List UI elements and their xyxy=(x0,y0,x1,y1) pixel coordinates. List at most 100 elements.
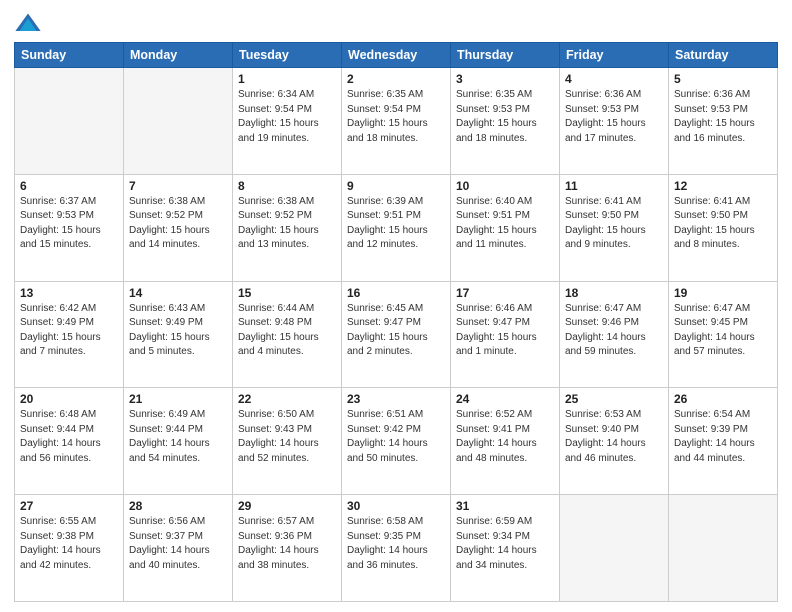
day-number: 17 xyxy=(456,286,554,300)
day-header-friday: Friday xyxy=(560,43,669,68)
day-info: Sunrise: 6:41 AM Sunset: 9:50 PM Dayligh… xyxy=(565,195,663,253)
day-info: Sunrise: 6:42 AM Sunset: 9:49 PM Dayligh… xyxy=(20,302,118,360)
day-info: Sunrise: 6:46 AM Sunset: 9:47 PM Dayligh… xyxy=(456,302,554,360)
day-cell: 15Sunrise: 6:44 AM Sunset: 9:48 PM Dayli… xyxy=(233,281,342,388)
day-number: 25 xyxy=(565,392,663,406)
day-cell: 27 Sunrise: 6:55 AM Sunset: 9:38 PM Dayli… xyxy=(15,495,124,602)
day-cell: 21 Sunrise: 6:49 AM Sunset: 9:44 PM Dayli… xyxy=(124,388,233,495)
day-number: 11 xyxy=(565,179,663,193)
day-number: 6 xyxy=(20,179,118,193)
day-number: 16 xyxy=(347,286,445,300)
day-info: Sunrise: 6:56 AM Sunset: 9:37 PM Dayligh… xyxy=(129,515,227,573)
day-cell: 19Sunrise: 6:47 AM Sunset: 9:45 PM Dayli… xyxy=(669,281,778,388)
day-number: 9 xyxy=(347,179,445,193)
day-info: Sunrise: 6:59 AM Sunset: 9:34 PM Dayligh… xyxy=(456,515,554,573)
day-info: Sunrise: 6:34 AM Sunset: 9:54 PM Dayligh… xyxy=(238,88,336,146)
day-info: Sunrise: 6:38 AM Sunset: 9:52 PM Dayligh… xyxy=(129,195,227,253)
day-cell: 26 Sunrise: 6:54 AM Sunset: 9:39 PM Dayli… xyxy=(669,388,778,495)
day-info: Sunrise: 6:39 AM Sunset: 9:51 PM Dayligh… xyxy=(347,195,445,253)
day-header-monday: Monday xyxy=(124,43,233,68)
logo xyxy=(14,10,46,38)
day-header-wednesday: Wednesday xyxy=(342,43,451,68)
day-cell: 16 Sunrise: 6:45 AM Sunset: 9:47 PM Dayli… xyxy=(342,281,451,388)
day-info: Sunrise: 6:36 AM Sunset: 9:53 PM Dayligh… xyxy=(565,88,663,146)
day-cell xyxy=(15,68,124,175)
day-cell: 3 Sunrise: 6:35 AM Sunset: 9:53 PM Daylig… xyxy=(451,68,560,175)
day-number: 10 xyxy=(456,179,554,193)
day-cell: 5 Sunrise: 6:36 AM Sunset: 9:53 PM Daylig… xyxy=(669,68,778,175)
day-header-sunday: Sunday xyxy=(15,43,124,68)
day-cell: 17 Sunrise: 6:46 AM Sunset: 9:47 PM Dayli… xyxy=(451,281,560,388)
day-cell: 10 Sunrise: 6:40 AM Sunset: 9:51 PM Dayli… xyxy=(451,174,560,281)
day-info: Sunrise: 6:35 AM Sunset: 9:54 PM Dayligh… xyxy=(347,88,445,146)
day-number: 5 xyxy=(674,72,772,86)
day-cell: 4 Sunrise: 6:36 AM Sunset: 9:53 PM Daylig… xyxy=(560,68,669,175)
calendar-table: SundayMondayTuesdayWednesdayThursdayFrid… xyxy=(14,42,778,602)
day-number: 22 xyxy=(238,392,336,406)
day-number: 3 xyxy=(456,72,554,86)
day-number: 4 xyxy=(565,72,663,86)
day-number: 14 xyxy=(129,286,227,300)
logo-icon xyxy=(14,10,42,38)
day-cell: 7 Sunrise: 6:38 AM Sunset: 9:52 PM Daylig… xyxy=(124,174,233,281)
day-cell: 9 Sunrise: 6:39 AM Sunset: 9:51 PM Daylig… xyxy=(342,174,451,281)
day-info: Sunrise: 6:43 AM Sunset: 9:49 PM Dayligh… xyxy=(129,302,227,360)
day-info: Sunrise: 6:49 AM Sunset: 9:44 PM Dayligh… xyxy=(129,408,227,466)
day-cell: 24Sunrise: 6:52 AM Sunset: 9:41 PM Dayli… xyxy=(451,388,560,495)
day-number: 26 xyxy=(674,392,772,406)
day-number: 2 xyxy=(347,72,445,86)
day-number: 12 xyxy=(674,179,772,193)
day-cell: 28Sunrise: 6:56 AM Sunset: 9:37 PM Dayli… xyxy=(124,495,233,602)
day-cell xyxy=(124,68,233,175)
day-info: Sunrise: 6:51 AM Sunset: 9:42 PM Dayligh… xyxy=(347,408,445,466)
day-number: 20 xyxy=(20,392,118,406)
day-info: Sunrise: 6:37 AM Sunset: 9:53 PM Dayligh… xyxy=(20,195,118,253)
day-number: 29 xyxy=(238,499,336,513)
day-header-saturday: Saturday xyxy=(669,43,778,68)
week-row-2: 6 Sunrise: 6:37 AM Sunset: 9:53 PM Daylig… xyxy=(15,174,778,281)
day-info: Sunrise: 6:58 AM Sunset: 9:35 PM Dayligh… xyxy=(347,515,445,573)
day-number: 7 xyxy=(129,179,227,193)
day-info: Sunrise: 6:36 AM Sunset: 9:53 PM Dayligh… xyxy=(674,88,772,146)
day-info: Sunrise: 6:38 AM Sunset: 9:52 PM Dayligh… xyxy=(238,195,336,253)
day-info: Sunrise: 6:57 AM Sunset: 9:36 PM Dayligh… xyxy=(238,515,336,573)
header xyxy=(14,10,778,38)
day-number: 27 xyxy=(20,499,118,513)
day-info: Sunrise: 6:44 AM Sunset: 9:48 PM Dayligh… xyxy=(238,302,336,360)
day-header-tuesday: Tuesday xyxy=(233,43,342,68)
week-row-3: 13 Sunrise: 6:42 AM Sunset: 9:49 PM Dayli… xyxy=(15,281,778,388)
day-cell: 23 Sunrise: 6:51 AM Sunset: 9:42 PM Dayli… xyxy=(342,388,451,495)
day-cell: 8 Sunrise: 6:38 AM Sunset: 9:52 PM Daylig… xyxy=(233,174,342,281)
day-number: 18 xyxy=(565,286,663,300)
day-info: Sunrise: 6:35 AM Sunset: 9:53 PM Dayligh… xyxy=(456,88,554,146)
header-row: SundayMondayTuesdayWednesdayThursdayFrid… xyxy=(15,43,778,68)
day-number: 13 xyxy=(20,286,118,300)
day-number: 24 xyxy=(456,392,554,406)
day-number: 19 xyxy=(674,286,772,300)
day-info: Sunrise: 6:47 AM Sunset: 9:46 PM Dayligh… xyxy=(565,302,663,360)
day-cell: 18 Sunrise: 6:47 AM Sunset: 9:46 PM Dayli… xyxy=(560,281,669,388)
day-cell: 11 Sunrise: 6:41 AM Sunset: 9:50 PM Dayli… xyxy=(560,174,669,281)
day-info: Sunrise: 6:41 AM Sunset: 9:50 PM Dayligh… xyxy=(674,195,772,253)
day-cell xyxy=(669,495,778,602)
day-cell: 12 Sunrise: 6:41 AM Sunset: 9:50 PM Dayli… xyxy=(669,174,778,281)
day-cell: 31Sunrise: 6:59 AM Sunset: 9:34 PM Dayli… xyxy=(451,495,560,602)
day-cell: 29 Sunrise: 6:57 AM Sunset: 9:36 PM Dayli… xyxy=(233,495,342,602)
day-cell xyxy=(560,495,669,602)
day-cell: 20 Sunrise: 6:48 AM Sunset: 9:44 PM Dayli… xyxy=(15,388,124,495)
day-cell: 25Sunrise: 6:53 AM Sunset: 9:40 PM Dayli… xyxy=(560,388,669,495)
week-row-4: 20 Sunrise: 6:48 AM Sunset: 9:44 PM Dayli… xyxy=(15,388,778,495)
day-info: Sunrise: 6:55 AM Sunset: 9:38 PM Dayligh… xyxy=(20,515,118,573)
day-number: 23 xyxy=(347,392,445,406)
day-info: Sunrise: 6:48 AM Sunset: 9:44 PM Dayligh… xyxy=(20,408,118,466)
day-number: 8 xyxy=(238,179,336,193)
day-info: Sunrise: 6:54 AM Sunset: 9:39 PM Dayligh… xyxy=(674,408,772,466)
day-number: 1 xyxy=(238,72,336,86)
day-info: Sunrise: 6:45 AM Sunset: 9:47 PM Dayligh… xyxy=(347,302,445,360)
day-header-thursday: Thursday xyxy=(451,43,560,68)
day-cell: 22Sunrise: 6:50 AM Sunset: 9:43 PM Dayli… xyxy=(233,388,342,495)
day-info: Sunrise: 6:40 AM Sunset: 9:51 PM Dayligh… xyxy=(456,195,554,253)
day-cell: 1 Sunrise: 6:34 AM Sunset: 9:54 PM Daylig… xyxy=(233,68,342,175)
day-number: 21 xyxy=(129,392,227,406)
day-cell: 6 Sunrise: 6:37 AM Sunset: 9:53 PM Daylig… xyxy=(15,174,124,281)
